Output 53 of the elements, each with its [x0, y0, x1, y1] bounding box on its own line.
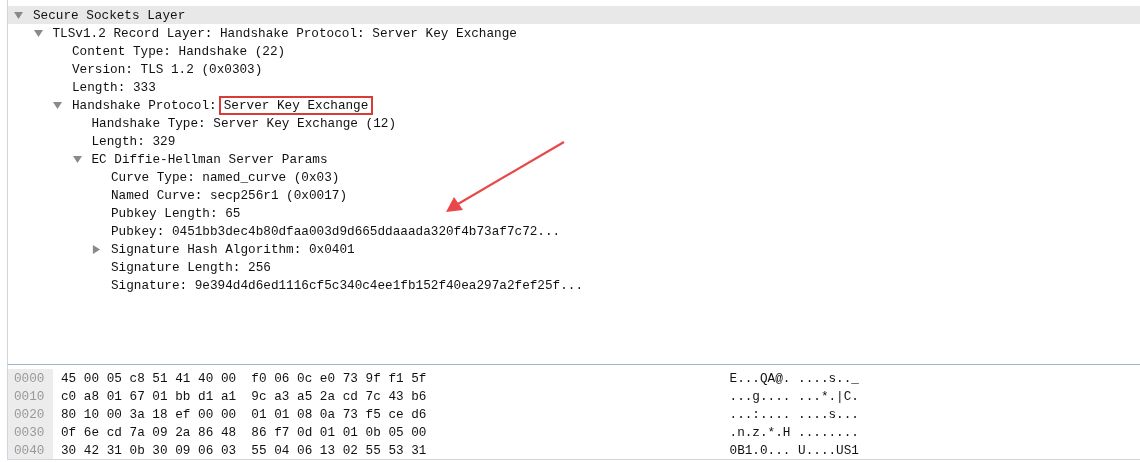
offset-cell: 0040 — [8, 441, 53, 459]
field-text: Curve Type: named_curve (0x03) — [111, 169, 340, 185]
ascii-text: ...:.... ....s... — [728, 405, 859, 423]
tree-row[interactable]: Pubkey: 0451bb3dec4b80dfaa003d9d665ddaaada320f4b73af7c72... — [8, 222, 1140, 240]
field-text: Pubkey: 0451bb3dec4b80dfaa003d9d665ddaaada320f4b73af7c72... — [111, 223, 561, 239]
field-text: Content Type: Handshake (22) — [72, 43, 286, 59]
ascii-text: 0B1.0... U....US1 — [728, 441, 859, 459]
ascii-text: E...QA@. ....s.._ — [728, 369, 859, 387]
offset-cell: 0020 — [8, 405, 53, 423]
tree-row[interactable]: Signature Length: 256 — [8, 258, 1140, 276]
tree-row[interactable]: Named Curve: secp256r1 (0x0017) — [8, 186, 1140, 204]
field-text: Handshake Type: Server Key Exchange (12) — [91, 115, 397, 131]
offset-cell: 0000 — [8, 369, 53, 387]
collapse-triangle-icon[interactable] — [33, 28, 43, 38]
expand-triangle-icon[interactable] — [92, 244, 101, 254]
hex-bytes: 30 42 31 0b 30 09 06 03 55 04 06 13 02 55 53 31 — [60, 441, 428, 459]
field-text: Signature Hash Algorithm: 0x0401 — [111, 241, 355, 257]
tree-row[interactable]: Version: TLS 1.2 (0x0303) — [8, 60, 1140, 78]
tree-row[interactable]: Pubkey Length: 65 — [8, 204, 1140, 222]
field-text: EC Diffie-Hellman Server Params — [91, 151, 328, 167]
field-text: TLSv1.2 Record Layer: Handshake Protocol: Server Key Exchange — [52, 25, 517, 41]
tree-row[interactable]: Handshake Protocol: Server Key Exchange — [8, 96, 1140, 114]
collapse-triangle-icon[interactable] — [72, 154, 82, 164]
hex-bytes: 0f 6e cd 7a 09 2a 86 48 86 f7 0d 01 01 0b 05 00 — [60, 423, 428, 441]
tree-row[interactable]: TLSv1.2 Record Layer: Handshake Protocol: Server Key Exchange — [8, 24, 1140, 42]
hex-bytes: 80 10 00 3a 18 ef 00 00 01 01 08 0a 73 f5 ce d6 — [60, 405, 428, 423]
field-text: Secure Sockets Layer — [33, 7, 186, 23]
tree-row[interactable]: Length: 333 — [8, 78, 1140, 96]
field-text: Length: 333 — [72, 79, 156, 95]
offset-cell: 0010 — [8, 387, 53, 405]
ascii-text: ...g.... ...*.|C. — [728, 387, 859, 405]
tree-row[interactable]: Content Type: Handshake (22) — [8, 42, 1140, 60]
field-text: Signature Length: 256 — [111, 259, 271, 275]
tree-row[interactable]: Secure Sockets Layer — [8, 6, 1140, 24]
offset-cell: 0030 — [8, 423, 53, 441]
collapse-triangle-icon[interactable] — [14, 10, 23, 20]
tree-row[interactable]: Curve Type: named_curve (0x03) — [8, 168, 1140, 186]
field-text: Named Curve: secp256r1 (0x0017) — [111, 187, 348, 203]
field-text: Handshake Protocol: — [72, 97, 217, 113]
tree-row[interactable]: Length: 329 — [8, 132, 1140, 150]
field-text: Signature: 9e394d4d6ed1116cf5c340c4ee1fb152f40ea297a2fef25f... — [111, 277, 584, 293]
field-text: Length: 329 — [91, 133, 176, 149]
field-text: Version: TLS 1.2 (0x0303) — [72, 61, 263, 77]
hex-bytes: 45 00 05 c8 51 41 40 00 f0 06 0c e0 73 9f f1 5f — [60, 369, 428, 387]
hex-bytes: c0 a8 01 67 01 bb d1 a1 9c a3 a5 2a cd 7c 43 b6 — [60, 387, 428, 405]
collapse-triangle-icon[interactable] — [53, 100, 62, 110]
tree-row[interactable]: Handshake Type: Server Key Exchange (12) — [8, 114, 1140, 132]
ascii-text: .n.z.*.H ........ — [728, 423, 859, 441]
field-text: Pubkey Length: 65 — [111, 205, 241, 221]
tree-row[interactable]: EC Diffie-Hellman Server Params — [8, 150, 1140, 168]
highlighted-value: Server Key Exchange — [218, 95, 374, 115]
tree-row[interactable]: Signature: 9e394d4d6ed1116cf5c340c4ee1fb152f40ea297a2fef25f... — [8, 276, 1140, 294]
tree-row[interactable]: Signature Hash Algorithm: 0x0401 — [8, 240, 1140, 258]
